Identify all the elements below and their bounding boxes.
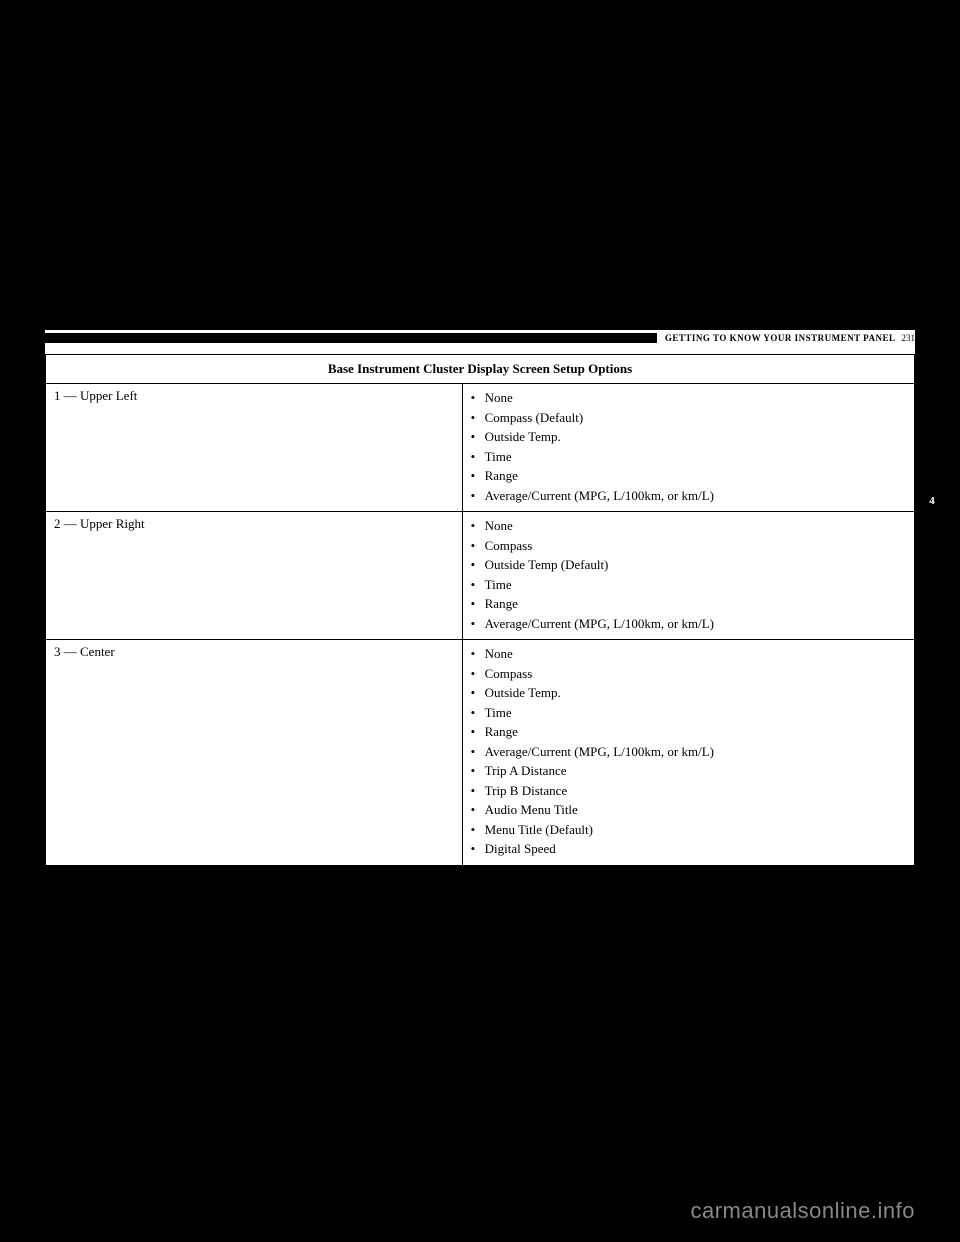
list-item: None [471, 388, 906, 408]
list-item: Range [471, 594, 906, 614]
list-item: Compass [471, 664, 906, 684]
header-rule [45, 333, 657, 343]
row-label: 1 — Upper Left [46, 384, 463, 511]
option-list: None Compass Outside Temp. Time Range Av… [471, 644, 906, 859]
row-options: None Compass Outside Temp (Default) Time… [463, 512, 914, 639]
list-item: Outside Temp (Default) [471, 555, 906, 575]
list-item: Average/Current (MPG, L/100km, or km/L) [471, 614, 906, 634]
table-row: 3 — Center None Compass Outside Temp. Ti… [46, 640, 914, 865]
list-item: Audio Menu Title [471, 800, 906, 820]
list-item: Trip A Distance [471, 761, 906, 781]
option-list: None Compass (Default) Outside Temp. Tim… [471, 388, 906, 505]
list-item: Average/Current (MPG, L/100km, or km/L) [471, 486, 906, 506]
list-item: Time [471, 575, 906, 595]
page-number: 231 [896, 333, 916, 343]
list-item: None [471, 644, 906, 664]
row-options: None Compass Outside Temp. Time Range Av… [463, 640, 914, 865]
manual-page: GETTING TO KNOW YOUR INSTRUMENT PANEL 23… [45, 330, 915, 866]
row-label: 2 — Upper Right [46, 512, 463, 639]
table-title: Base Instrument Cluster Display Screen S… [46, 355, 914, 384]
chapter-tab: 4 [921, 490, 943, 512]
list-item: Range [471, 722, 906, 742]
options-table: Base Instrument Cluster Display Screen S… [45, 354, 915, 866]
list-item: Time [471, 703, 906, 723]
table-row: 1 — Upper Left None Compass (Default) Ou… [46, 384, 914, 512]
section-title: GETTING TO KNOW YOUR INSTRUMENT PANEL [657, 333, 896, 343]
list-item: Time [471, 447, 906, 467]
list-item: None [471, 516, 906, 536]
list-item: Range [471, 466, 906, 486]
page-header: GETTING TO KNOW YOUR INSTRUMENT PANEL 23… [45, 330, 915, 346]
list-item: Menu Title (Default) [471, 820, 906, 840]
option-list: None Compass Outside Temp (Default) Time… [471, 516, 906, 633]
row-label: 3 — Center [46, 640, 463, 865]
list-item: Outside Temp. [471, 683, 906, 703]
list-item: Compass [471, 536, 906, 556]
watermark: carmanualsonline.info [690, 1198, 915, 1224]
list-item: Trip B Distance [471, 781, 906, 801]
table-row: 2 — Upper Right None Compass Outside Tem… [46, 512, 914, 640]
row-options: None Compass (Default) Outside Temp. Tim… [463, 384, 914, 511]
list-item: Digital Speed [471, 839, 906, 859]
list-item: Compass (Default) [471, 408, 906, 428]
list-item: Outside Temp. [471, 427, 906, 447]
list-item: Average/Current (MPG, L/100km, or km/L) [471, 742, 906, 762]
